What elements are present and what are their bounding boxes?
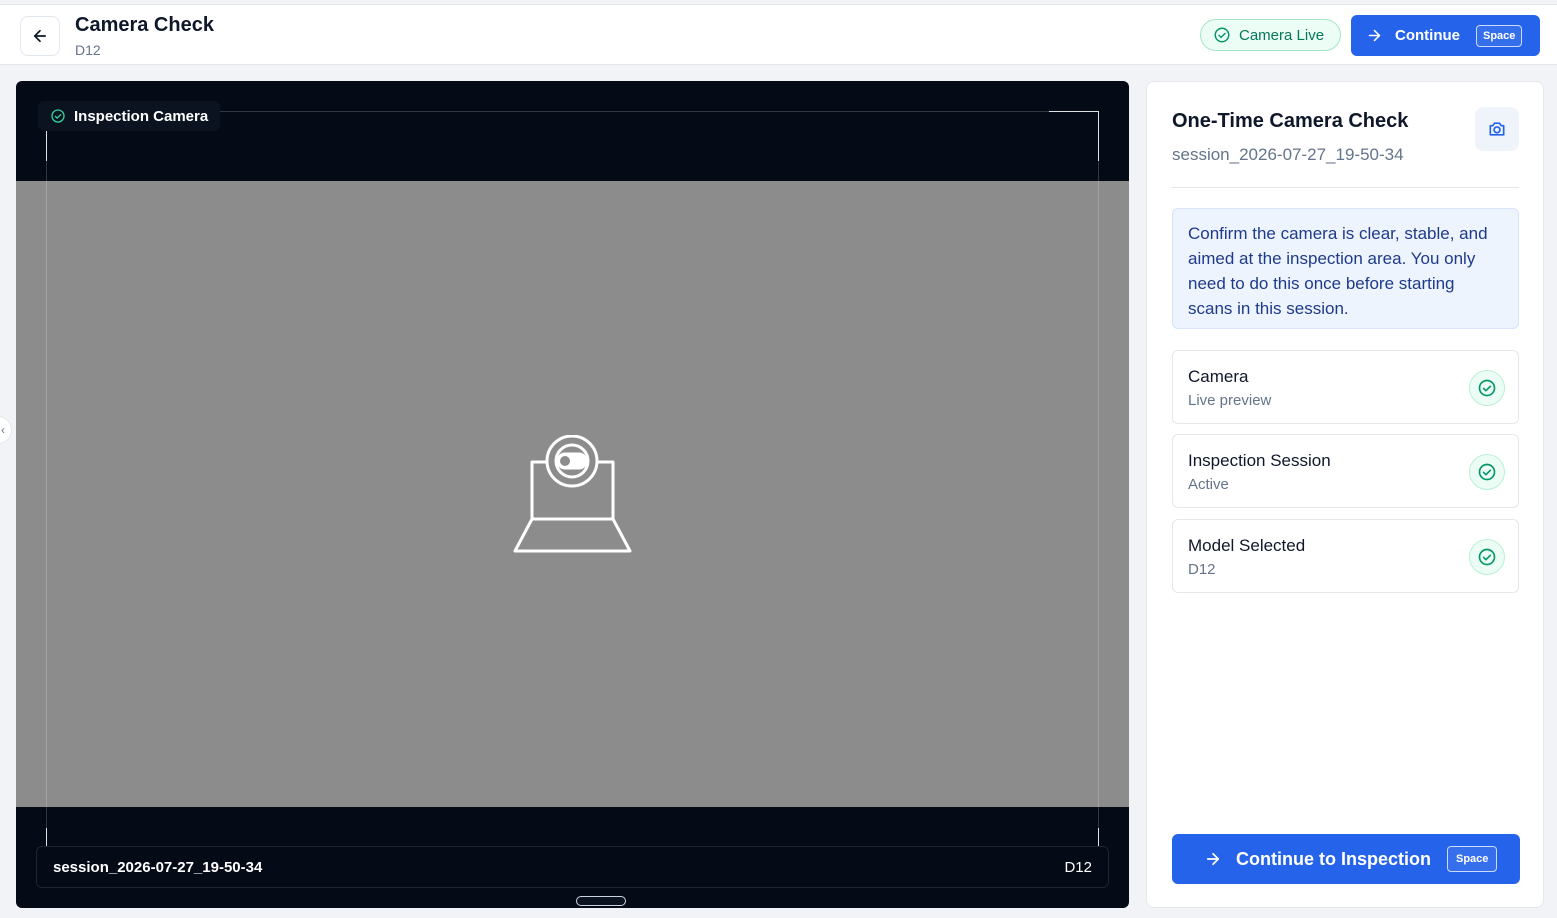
check-card-camera: Camera Live preview	[1172, 350, 1519, 424]
check-circle-icon	[51, 109, 65, 123]
check-card-model: Model Selected D12	[1172, 519, 1519, 593]
check-circle-icon	[1478, 463, 1496, 481]
continue-to-inspection-shortcut-key: Space	[1447, 846, 1498, 872]
arrow-right-icon	[1368, 29, 1381, 42]
snapshot-button[interactable]	[1475, 107, 1519, 151]
collapse-sidebar-tab[interactable]: ‹	[0, 416, 12, 444]
check-status	[1469, 539, 1505, 575]
continue-shortcut-key: Space	[1476, 24, 1523, 47]
check-status	[1469, 370, 1505, 406]
continue-button[interactable]: Continue Space	[1351, 15, 1540, 56]
instruction-box: Confirm the camera is clear, stable, and…	[1172, 208, 1519, 329]
chevron-left-icon: ‹	[1, 423, 5, 437]
continue-to-inspection-label: Continue to Inspection	[1236, 848, 1431, 869]
check-circle-icon	[1478, 548, 1496, 566]
panel-session: session_2026-07-27_19-50-34	[1172, 145, 1404, 164]
camera-model: D12	[1064, 858, 1092, 876]
panel-title: One-Time Camera Check	[1172, 110, 1409, 132]
camera-session-id: session_2026-07-27_19-50-34	[53, 858, 263, 876]
camera-name-tag: Inspection Camera	[38, 101, 221, 131]
check-status	[1469, 454, 1505, 490]
camera-name-label: Inspection Camera	[74, 107, 209, 125]
check-name: Camera	[1188, 367, 1249, 386]
camera-viewport: Inspection Camera session_2026-07-27_19-…	[16, 81, 1129, 908]
continue-to-inspection-button[interactable]: Continue to Inspection Space	[1172, 834, 1520, 884]
check-value: Active	[1188, 476, 1229, 493]
check-circle-icon	[1478, 379, 1496, 397]
page-subtitle: D12	[75, 42, 101, 58]
check-card-session: Inspection Session Active	[1172, 434, 1519, 508]
camera-live-badge: Camera Live	[1200, 19, 1341, 51]
back-button[interactable]	[20, 16, 60, 56]
check-name: Inspection Session	[1188, 451, 1331, 470]
check-circle-icon	[1214, 27, 1230, 43]
check-name: Model Selected	[1188, 536, 1306, 555]
continue-label: Continue	[1395, 27, 1460, 44]
page-title: Camera Check	[75, 14, 214, 36]
check-value: Live preview	[1188, 392, 1272, 409]
camera-icon	[1489, 122, 1505, 136]
camera-live-label: Camera Live	[1239, 26, 1325, 44]
frame-corner-top-right	[1049, 111, 1099, 161]
arrow-left-icon	[33, 29, 47, 43]
camera-check-panel: One-Time Camera Check session_2026-07-27…	[1146, 81, 1544, 908]
frame-corner-bottom-right	[1049, 828, 1099, 848]
frame-corner-bottom-left	[46, 828, 96, 848]
arrow-right-icon	[1206, 852, 1220, 866]
resize-handle[interactable]	[576, 896, 626, 906]
camera-footer: session_2026-07-27_19-50-34 D12	[36, 846, 1109, 888]
webcam-icon	[513, 435, 632, 553]
check-value: D12	[1188, 561, 1216, 578]
top-bar: Camera Check D12 Camera Live Continue Sp…	[0, 4, 1557, 65]
panel-divider	[1172, 187, 1519, 188]
